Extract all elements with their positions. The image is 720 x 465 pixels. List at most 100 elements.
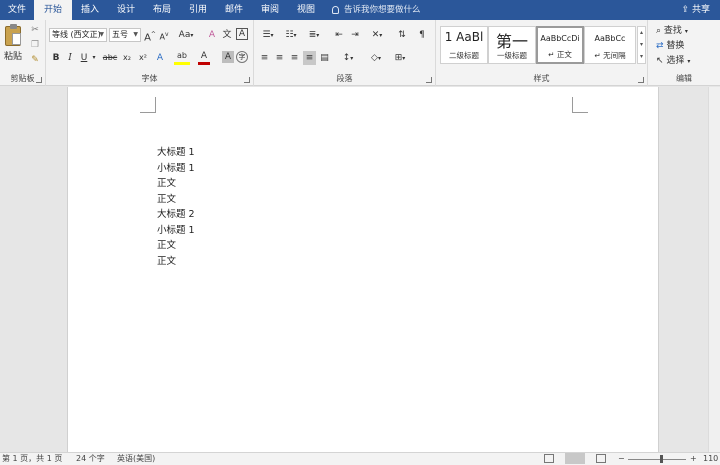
- text-effects-button[interactable]: A: [154, 51, 166, 65]
- style-no-spacing[interactable]: AaBbCc ↵ 无间隔: [584, 26, 636, 64]
- select-button[interactable]: ↖ 选择 ▾: [656, 54, 716, 69]
- font-name-value: 等线 (西文正): [52, 30, 101, 39]
- tab-layout[interactable]: 布局: [144, 0, 180, 20]
- font-group-label: 字体: [141, 74, 158, 83]
- tab-home[interactable]: 开始: [34, 0, 72, 20]
- grow-font-button[interactable]: A^: [144, 28, 156, 45]
- font-name-select[interactable]: 等线 (西文正) ▼: [49, 28, 107, 42]
- find-button[interactable]: ⌕ 查找 ▾: [656, 24, 716, 39]
- char-border-button[interactable]: A: [236, 28, 248, 40]
- crop-mark-left: [140, 97, 156, 113]
- borders-icon[interactable]: ⊞▾: [390, 51, 410, 66]
- zoom-out-button[interactable]: −: [618, 453, 625, 465]
- chinese-layout-icon[interactable]: ✕▾: [367, 28, 387, 43]
- cut-icon[interactable]: ✂: [29, 23, 41, 37]
- doc-paragraph[interactable]: 正文: [157, 254, 176, 269]
- document-page[interactable]: 大标题 1 小标题 1 正文 正文 大标题 2 小标题 1 正文 正文: [67, 87, 659, 452]
- clear-format-button[interactable]: A: [206, 28, 218, 42]
- format-painter-icon[interactable]: ✎: [29, 53, 41, 67]
- doc-paragraph[interactable]: 小标题 1: [157, 161, 195, 176]
- tell-me-search[interactable]: 告诉我你想要做什么: [332, 0, 421, 20]
- tab-review[interactable]: 审阅: [252, 0, 288, 20]
- doc-paragraph[interactable]: 大标题 1: [157, 145, 195, 160]
- ribbon: 粘贴 ✂ ❐ ✎ 剪贴板 等线 (西文正) ▼ 五号 ▼ A^ Av Aa▾ A 文…: [0, 20, 720, 86]
- font-launcher[interactable]: [244, 77, 250, 83]
- clipboard-launcher[interactable]: [36, 77, 42, 83]
- tab-design[interactable]: 设计: [108, 0, 144, 20]
- style-sample: AaBbCc: [594, 34, 626, 43]
- replace-label: 替换: [666, 41, 685, 51]
- enclose-char-button[interactable]: 字: [236, 51, 248, 63]
- font-size-select[interactable]: 五号 ▼: [109, 28, 141, 42]
- copy-icon[interactable]: ❐: [29, 38, 41, 52]
- web-layout-icon[interactable]: [596, 454, 606, 463]
- styles-scroll[interactable]: ▴ ▾ ▾: [637, 26, 646, 64]
- strikethrough-button[interactable]: abc: [102, 51, 118, 65]
- multilevel-list-icon[interactable]: ≣▾: [304, 28, 324, 43]
- style-name: 二级标题: [449, 51, 479, 60]
- subscript-button[interactable]: x₂: [120, 51, 134, 65]
- clear-format-glyph: A: [208, 30, 216, 40]
- justify-icon[interactable]: ≡: [303, 51, 316, 65]
- tab-insert[interactable]: 插入: [72, 0, 108, 20]
- shading-icon[interactable]: ◇▾: [366, 51, 386, 66]
- clipboard-icon: [5, 24, 21, 46]
- doc-paragraph[interactable]: 小标题 1: [157, 223, 195, 238]
- replace-button[interactable]: ⇄ 替换: [656, 39, 716, 53]
- phonetic-guide-button[interactable]: 文: [221, 28, 233, 42]
- font-color-button[interactable]: A: [198, 51, 210, 65]
- paragraph-launcher[interactable]: [426, 77, 432, 83]
- doc-paragraph[interactable]: 正文: [157, 238, 176, 253]
- zoom-slider[interactable]: [628, 459, 686, 460]
- sort-icon[interactable]: ⇅: [395, 28, 409, 42]
- style-name: ↵ 正文: [548, 50, 572, 59]
- highlight-button[interactable]: ab: [174, 51, 190, 65]
- doc-paragraph[interactable]: 大标题 2: [157, 207, 195, 222]
- decrease-indent-icon[interactable]: ⇤: [332, 28, 346, 42]
- read-mode-icon[interactable]: [544, 454, 554, 463]
- numbering-icon[interactable]: ☷▾: [281, 28, 301, 43]
- share-button[interactable]: ⇪ 共享: [682, 0, 710, 20]
- superscript-button[interactable]: x²: [136, 51, 150, 65]
- align-right-icon[interactable]: ≡: [288, 51, 301, 65]
- doc-paragraph[interactable]: 正文: [157, 192, 176, 207]
- italic-button[interactable]: I: [64, 51, 76, 65]
- style-heading-1[interactable]: 第一 一级标题: [488, 26, 536, 64]
- tab-references[interactable]: 引用: [180, 0, 216, 20]
- align-center-icon[interactable]: ≡: [273, 51, 286, 65]
- print-layout-icon[interactable]: [565, 453, 585, 464]
- shrink-font-button[interactable]: Av: [158, 28, 170, 45]
- font-group: 等线 (西文正) ▼ 五号 ▼ A^ Av Aa▾ A 文 A B I U ▾ ab…: [46, 20, 254, 86]
- underline-button[interactable]: U: [78, 51, 90, 65]
- distributed-icon[interactable]: ▤: [318, 51, 331, 65]
- zoom-slider-thumb[interactable]: [660, 455, 663, 463]
- styles-launcher[interactable]: [638, 77, 644, 83]
- page-count[interactable]: 第 1 页，共 1 页: [2, 453, 62, 465]
- chevron-down-icon[interactable]: ▾: [90, 51, 98, 65]
- bold-button[interactable]: B: [50, 51, 62, 65]
- style-sample: 1 AaBl: [444, 30, 484, 44]
- align-left-icon[interactable]: ≡: [258, 51, 271, 65]
- vertical-scrollbar[interactable]: [708, 87, 720, 452]
- tab-file[interactable]: 文件: [0, 0, 34, 20]
- doc-paragraph[interactable]: 正文: [157, 176, 176, 191]
- document-area: 大标题 1 小标题 1 正文 正文 大标题 2 小标题 1 正文 正文: [0, 87, 720, 452]
- paste-button[interactable]: 粘贴: [2, 24, 24, 68]
- change-case-button[interactable]: Aa▾: [176, 28, 196, 43]
- line-spacing-icon[interactable]: ↕▾: [338, 51, 358, 66]
- show-marks-icon[interactable]: ¶: [415, 28, 429, 42]
- char-shading-button[interactable]: A: [222, 51, 234, 63]
- tab-mailings[interactable]: 邮件: [216, 0, 252, 20]
- tab-view[interactable]: 视图: [288, 0, 324, 20]
- style-normal[interactable]: AaBbCcDi ↵ 正文: [536, 26, 584, 64]
- word-count[interactable]: 24 个字: [76, 453, 105, 465]
- zoom-in-button[interactable]: +: [690, 453, 697, 465]
- bullets-icon[interactable]: ☰▾: [258, 28, 278, 43]
- chevron-down-icon: ▼: [99, 31, 104, 38]
- increase-indent-icon[interactable]: ⇥: [348, 28, 362, 42]
- tell-me-text: 告诉我你想要做什么: [344, 5, 421, 15]
- zoom-level[interactable]: 110: [703, 453, 718, 465]
- language-indicator[interactable]: 英语(美国): [117, 453, 155, 465]
- style-heading-2[interactable]: 1 AaBl 二级标题: [440, 26, 488, 64]
- ribbon-tab-bar: 文件 开始 插入 设计 布局 引用 邮件 审阅 视图 告诉我你想要做什么 ⇪ 共…: [0, 0, 720, 20]
